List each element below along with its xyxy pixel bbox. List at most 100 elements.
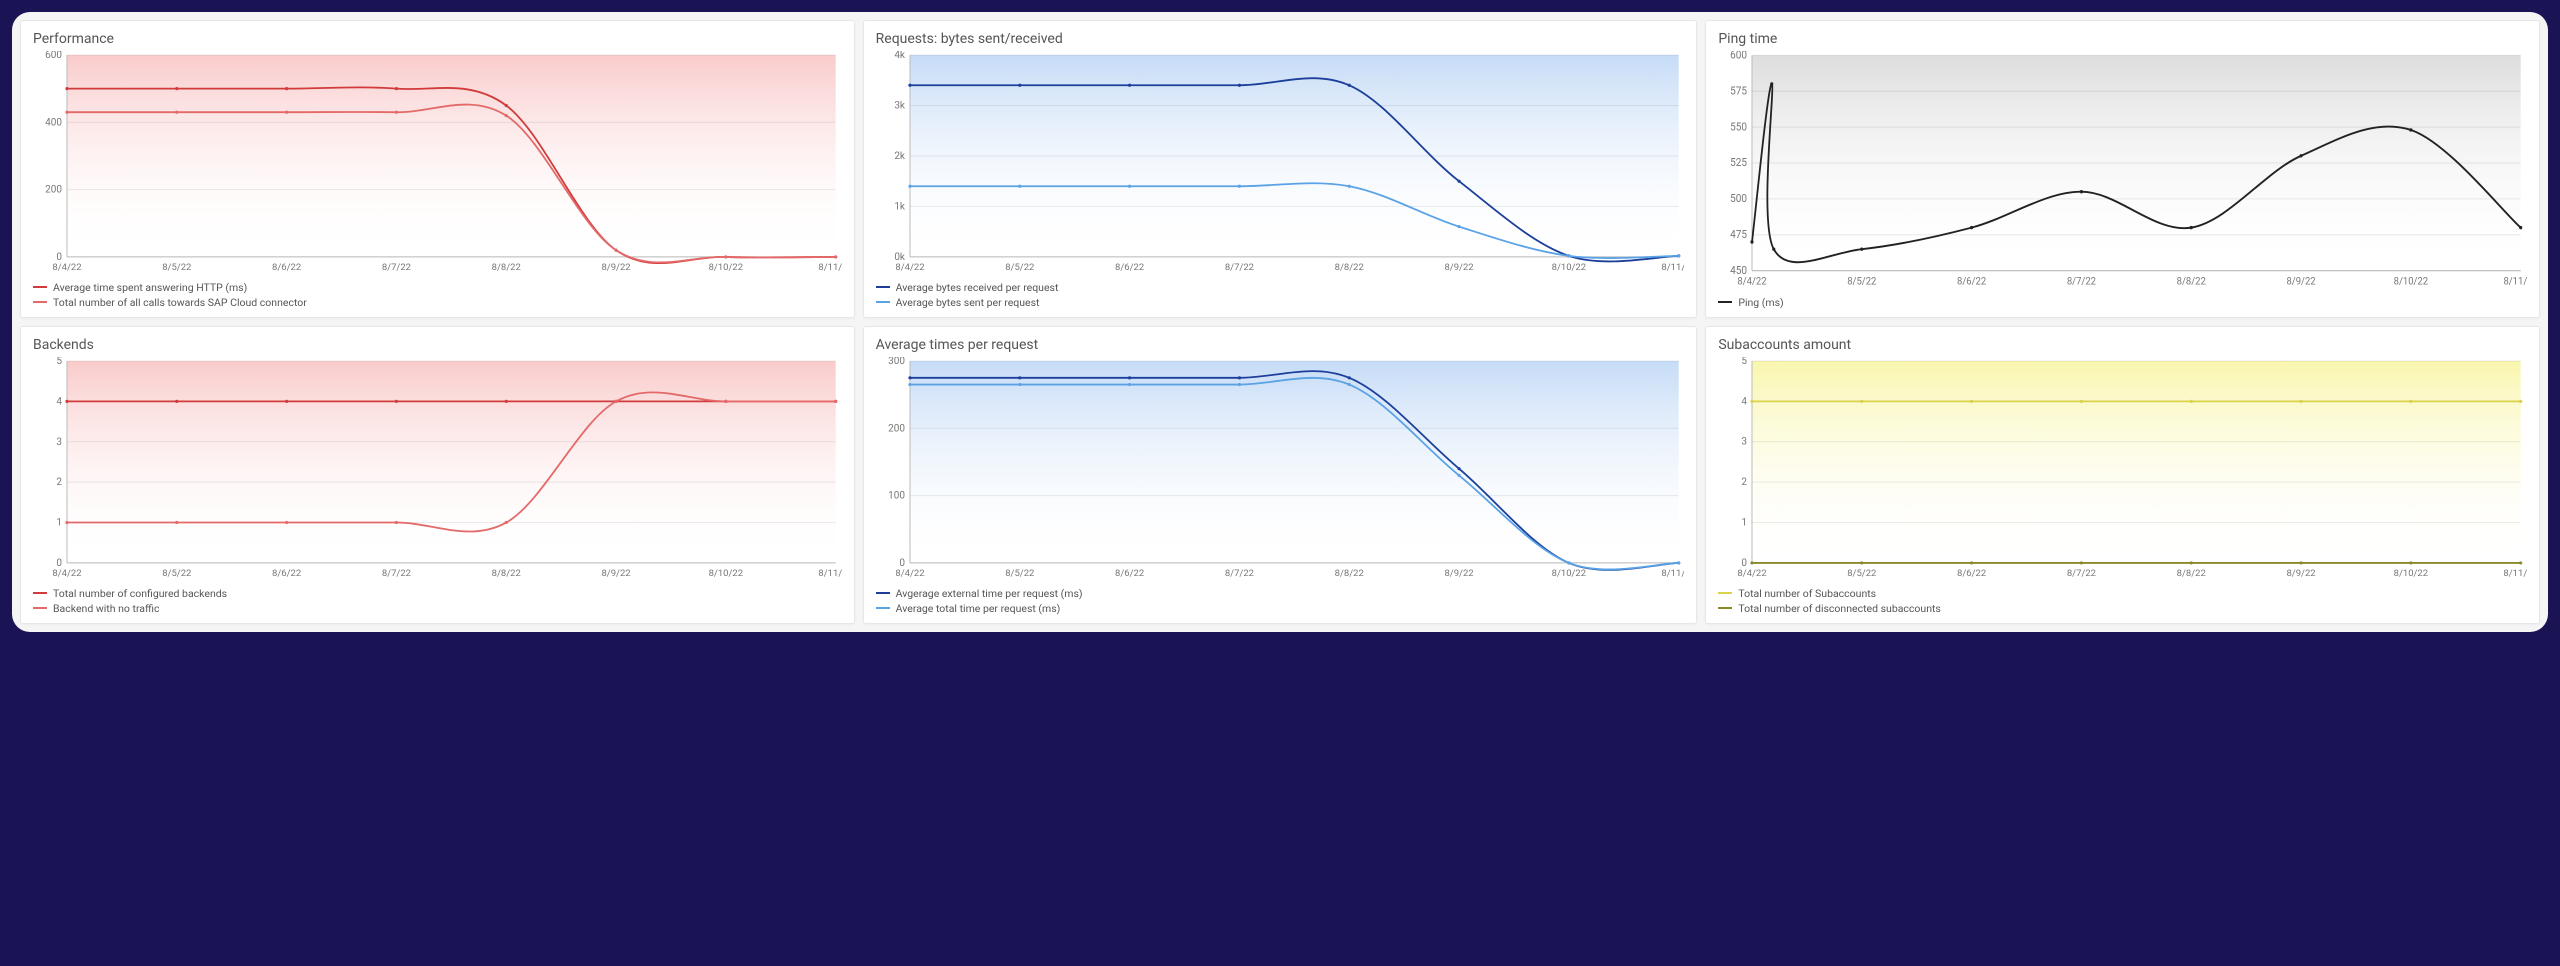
legend-swatch-icon — [876, 592, 890, 594]
svg-text:2: 2 — [56, 477, 62, 488]
legend-swatch-icon — [1718, 592, 1732, 594]
svg-text:8/9/22: 8/9/22 — [2287, 276, 2317, 287]
legend-swatch-icon — [1718, 301, 1732, 303]
svg-text:4: 4 — [1742, 396, 1748, 407]
svg-text:4: 4 — [56, 396, 62, 407]
legend-swatch-icon — [1718, 607, 1732, 609]
svg-text:8/10/22: 8/10/22 — [2394, 568, 2428, 579]
legend-item: Average bytes received per request — [876, 281, 1685, 294]
svg-text:8/11/22: 8/11/22 — [818, 568, 841, 579]
legend-label: Average bytes received per request — [896, 281, 1059, 294]
svg-text:550: 550 — [1730, 120, 1747, 133]
svg-text:475: 475 — [1730, 228, 1747, 241]
panel-avgtimes: Average times per request 01002003008/4/… — [863, 326, 1698, 624]
svg-text:450: 450 — [1730, 264, 1747, 277]
svg-text:3: 3 — [56, 437, 62, 448]
svg-text:8/10/22: 8/10/22 — [709, 262, 743, 273]
svg-text:2k: 2k — [894, 151, 906, 162]
panel-title: Average times per request — [876, 337, 1685, 353]
svg-text:8/9/22: 8/9/22 — [1444, 262, 1473, 273]
legend-item: Ping (ms) — [1718, 296, 2527, 309]
svg-text:8/4/22: 8/4/22 — [1738, 568, 1767, 579]
panel-ping: Ping time 4504755005255505756008/4/228/5… — [1705, 20, 2540, 318]
svg-text:8/6/22: 8/6/22 — [1115, 568, 1144, 579]
svg-text:200: 200 — [45, 185, 62, 196]
svg-text:100: 100 — [888, 491, 905, 502]
panel-title: Requests: bytes sent/received — [876, 31, 1685, 47]
svg-text:8/7/22: 8/7/22 — [382, 262, 411, 273]
chart-backends: 0123458/4/228/5/228/6/228/7/228/8/228/9/… — [33, 357, 842, 581]
svg-text:8/6/22: 8/6/22 — [272, 568, 301, 579]
panel-backends: Backends 0123458/4/228/5/228/6/228/7/228… — [20, 326, 855, 624]
legend-label: Avgerage external time per request (ms) — [896, 587, 1083, 600]
svg-text:8/7/22: 8/7/22 — [382, 568, 411, 579]
legend: Total number of configured backends Backe… — [33, 587, 842, 615]
svg-text:8/11/22: 8/11/22 — [1661, 568, 1684, 579]
svg-text:8/8/22: 8/8/22 — [1334, 262, 1363, 273]
legend-label: Backend with no traffic — [53, 602, 159, 615]
svg-text:8/9/22: 8/9/22 — [601, 262, 630, 273]
panel-performance: Performance 02004006008/4/228/5/228/6/22… — [20, 20, 855, 318]
svg-text:5: 5 — [1742, 357, 1748, 367]
chart-subaccounts: 0123458/4/228/5/228/6/228/7/228/8/228/9/… — [1718, 357, 2527, 581]
legend-label: Total number of all calls towards SAP Cl… — [53, 296, 307, 309]
legend-item: Total number of disconnected subaccounts — [1718, 602, 2527, 615]
svg-text:8/9/22: 8/9/22 — [2287, 568, 2316, 579]
legend-item: Avgerage external time per request (ms) — [876, 587, 1685, 600]
svg-text:8/4/22: 8/4/22 — [52, 262, 81, 273]
panel-title: Backends — [33, 337, 842, 353]
legend-label: Total number of disconnected subaccounts — [1738, 602, 1941, 615]
svg-text:8/5/22: 8/5/22 — [1848, 276, 1878, 287]
svg-text:8/9/22: 8/9/22 — [1444, 568, 1473, 579]
legend-label: Total number of configured backends — [53, 587, 227, 600]
legend: Average bytes received per request Averag… — [876, 281, 1685, 309]
svg-text:8/4/22: 8/4/22 — [895, 262, 924, 273]
svg-text:8/11/22: 8/11/22 — [818, 262, 841, 273]
svg-text:8/10/22: 8/10/22 — [709, 568, 743, 579]
svg-text:3: 3 — [1742, 437, 1748, 448]
legend-item: Total number of all calls towards SAP Cl… — [33, 296, 842, 309]
legend: Avgerage external time per request (ms) A… — [876, 587, 1685, 615]
svg-text:8/10/22: 8/10/22 — [2394, 276, 2429, 287]
svg-text:3k: 3k — [894, 100, 906, 111]
legend-item: Total number of configured backends — [33, 587, 842, 600]
legend-swatch-icon — [876, 607, 890, 609]
chart-ping: 4504755005255505756008/4/228/5/228/6/228… — [1718, 51, 2527, 290]
dashboard-grid: Performance 02004006008/4/228/5/228/6/22… — [12, 12, 2548, 632]
svg-text:8/7/22: 8/7/22 — [2067, 568, 2096, 579]
svg-text:8/11/22: 8/11/22 — [1661, 262, 1684, 273]
panel-title: Performance — [33, 31, 842, 47]
legend-swatch-icon — [876, 301, 890, 303]
svg-text:8/11/22: 8/11/22 — [2504, 568, 2527, 579]
legend: Average time spent answering HTTP (ms) To… — [33, 281, 842, 309]
svg-text:8/5/22: 8/5/22 — [1848, 568, 1877, 579]
svg-text:8/4/22: 8/4/22 — [52, 568, 81, 579]
svg-text:600: 600 — [45, 51, 62, 61]
legend-swatch-icon — [33, 286, 47, 288]
legend-label: Total number of Subaccounts — [1738, 587, 1876, 600]
svg-text:1k: 1k — [894, 201, 906, 212]
chart-requests: 0k1k2k3k4k8/4/228/5/228/6/228/7/228/8/22… — [876, 51, 1685, 275]
svg-text:1: 1 — [56, 517, 62, 528]
svg-text:8/7/22: 8/7/22 — [2067, 276, 2097, 287]
svg-text:400: 400 — [45, 117, 62, 128]
svg-text:8/9/22: 8/9/22 — [601, 568, 630, 579]
svg-text:575: 575 — [1730, 84, 1747, 97]
legend-label: Average total time per request (ms) — [896, 602, 1061, 615]
legend-item: Average bytes sent per request — [876, 296, 1685, 309]
svg-text:8/8/22: 8/8/22 — [2177, 276, 2207, 287]
svg-text:8/5/22: 8/5/22 — [162, 262, 191, 273]
svg-text:8/6/22: 8/6/22 — [272, 262, 301, 273]
legend-swatch-icon — [33, 607, 47, 609]
svg-text:8/6/22: 8/6/22 — [1115, 262, 1144, 273]
svg-text:8/4/22: 8/4/22 — [895, 568, 924, 579]
legend-item: Average time spent answering HTTP (ms) — [33, 281, 842, 294]
svg-text:600: 600 — [1730, 51, 1747, 62]
panel-subaccounts: Subaccounts amount 0123458/4/228/5/228/6… — [1705, 326, 2540, 624]
legend-item: Backend with no traffic — [33, 602, 842, 615]
legend-item: Average total time per request (ms) — [876, 602, 1685, 615]
legend-label: Ping (ms) — [1738, 296, 1783, 309]
svg-text:8/10/22: 8/10/22 — [1551, 262, 1585, 273]
svg-text:8/7/22: 8/7/22 — [1225, 262, 1254, 273]
svg-text:5: 5 — [56, 357, 62, 367]
